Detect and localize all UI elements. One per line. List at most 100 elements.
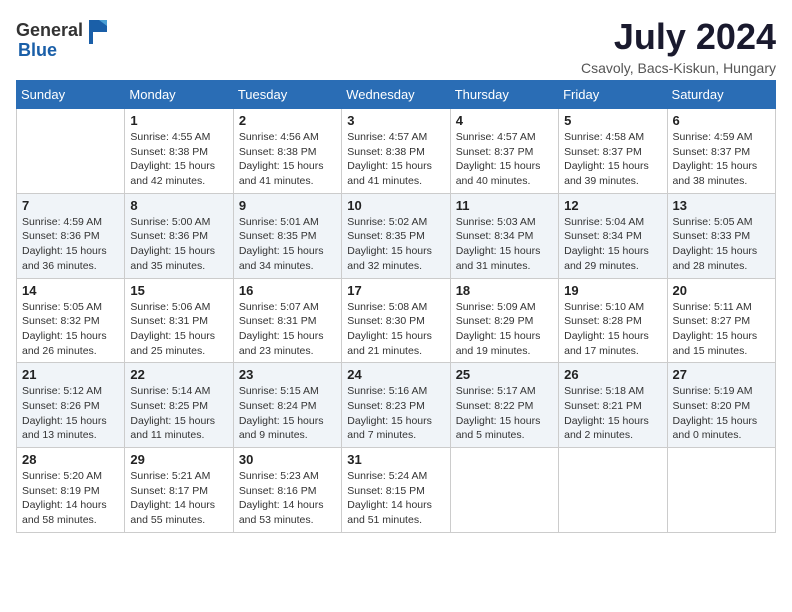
calendar-cell: 13 Sunrise: 5:05 AM Sunset: 8:33 PM Dayli… — [667, 193, 775, 278]
day-number: 7 — [22, 198, 119, 213]
day-info: Sunrise: 5:05 AM Sunset: 8:33 PM Dayligh… — [673, 215, 770, 274]
weekday-header-thursday: Thursday — [450, 81, 558, 109]
calendar-cell: 26 Sunrise: 5:18 AM Sunset: 8:21 PM Dayli… — [559, 363, 667, 448]
calendar-cell: 30Sunrise: 5:23 AM Sunset: 8:16 PM Dayli… — [233, 448, 341, 533]
calendar-cell: 17 Sunrise: 5:08 AM Sunset: 8:30 PM Dayli… — [342, 278, 450, 363]
day-info: Sunrise: 5:09 AM Sunset: 8:29 PM Dayligh… — [456, 300, 553, 359]
day-number: 25 — [456, 367, 553, 382]
day-number: 20 — [673, 283, 770, 298]
day-number: 27 — [673, 367, 770, 382]
logo-blue: Blue — [18, 40, 57, 61]
calendar-cell: 18 Sunrise: 5:09 AM Sunset: 8:29 PM Dayli… — [450, 278, 558, 363]
day-info: Sunrise: 5:08 AM Sunset: 8:30 PM Dayligh… — [347, 300, 444, 359]
calendar-cell: 23 Sunrise: 5:15 AM Sunset: 8:24 PM Dayli… — [233, 363, 341, 448]
calendar-cell — [17, 109, 125, 194]
calendar-cell: 20Sunrise: 5:11 AM Sunset: 8:27 PM Dayli… — [667, 278, 775, 363]
day-number: 28 — [22, 452, 119, 467]
calendar-cell — [450, 448, 558, 533]
day-info: Sunrise: 5:03 AM Sunset: 8:34 PM Dayligh… — [456, 215, 553, 274]
day-info: Sunrise: 5:19 AM Sunset: 8:20 PM Dayligh… — [673, 384, 770, 443]
day-number: 19 — [564, 283, 661, 298]
day-number: 13 — [673, 198, 770, 213]
calendar-cell: 21Sunrise: 5:12 AM Sunset: 8:26 PM Dayli… — [17, 363, 125, 448]
day-info: Sunrise: 5:04 AM Sunset: 8:34 PM Dayligh… — [564, 215, 661, 274]
day-number: 24 — [347, 367, 444, 382]
day-number: 2 — [239, 113, 336, 128]
weekday-header-saturday: Saturday — [667, 81, 775, 109]
day-info: Sunrise: 5:00 AM Sunset: 8:36 PM Dayligh… — [130, 215, 227, 274]
calendar-cell: 10 Sunrise: 5:02 AM Sunset: 8:35 PM Dayli… — [342, 193, 450, 278]
month-title: July 2024 — [581, 16, 776, 58]
day-number: 16 — [239, 283, 336, 298]
day-number: 30 — [239, 452, 336, 467]
day-number: 11 — [456, 198, 553, 213]
calendar-cell: 7 Sunrise: 4:59 AM Sunset: 8:36 PM Daylig… — [17, 193, 125, 278]
calendar-cell — [559, 448, 667, 533]
calendar-cell: 27 Sunrise: 5:19 AM Sunset: 8:20 PM Dayli… — [667, 363, 775, 448]
calendar-cell: 29 Sunrise: 5:21 AM Sunset: 8:17 PM Dayli… — [125, 448, 233, 533]
calendar-cell: 22Sunrise: 5:14 AM Sunset: 8:25 PM Dayli… — [125, 363, 233, 448]
weekday-header-row: SundayMondayTuesdayWednesdayThursdayFrid… — [17, 81, 776, 109]
day-info: Sunrise: 5:06 AM Sunset: 8:31 PM Dayligh… — [130, 300, 227, 359]
calendar-cell: 5 Sunrise: 4:58 AM Sunset: 8:37 PM Daylig… — [559, 109, 667, 194]
calendar-cell: 16 Sunrise: 5:07 AM Sunset: 8:31 PM Dayli… — [233, 278, 341, 363]
day-number: 1 — [130, 113, 227, 128]
day-number: 3 — [347, 113, 444, 128]
day-info: Sunrise: 5:10 AM Sunset: 8:28 PM Dayligh… — [564, 300, 661, 359]
weekday-header-sunday: Sunday — [17, 81, 125, 109]
day-number: 26 — [564, 367, 661, 382]
weekday-header-monday: Monday — [125, 81, 233, 109]
day-info: Sunrise: 4:57 AM Sunset: 8:38 PM Dayligh… — [347, 130, 444, 189]
day-number: 18 — [456, 283, 553, 298]
calendar-cell: 15Sunrise: 5:06 AM Sunset: 8:31 PM Dayli… — [125, 278, 233, 363]
day-info: Sunrise: 4:57 AM Sunset: 8:37 PM Dayligh… — [456, 130, 553, 189]
weekday-header-wednesday: Wednesday — [342, 81, 450, 109]
day-info: Sunrise: 5:17 AM Sunset: 8:22 PM Dayligh… — [456, 384, 553, 443]
calendar-cell: 28 Sunrise: 5:20 AM Sunset: 8:19 PM Dayli… — [17, 448, 125, 533]
page-header: General Blue July 2024 Csavoly, Bacs-Kis… — [16, 16, 776, 76]
calendar-cell: 24 Sunrise: 5:16 AM Sunset: 8:23 PM Dayli… — [342, 363, 450, 448]
day-info: Sunrise: 5:18 AM Sunset: 8:21 PM Dayligh… — [564, 384, 661, 443]
day-info: Sunrise: 5:21 AM Sunset: 8:17 PM Dayligh… — [130, 469, 227, 528]
day-info: Sunrise: 5:24 AM Sunset: 8:15 PM Dayligh… — [347, 469, 444, 528]
day-info: Sunrise: 4:55 AM Sunset: 8:38 PM Dayligh… — [130, 130, 227, 189]
day-info: Sunrise: 4:58 AM Sunset: 8:37 PM Dayligh… — [564, 130, 661, 189]
day-number: 8 — [130, 198, 227, 213]
calendar-cell: 4 Sunrise: 4:57 AM Sunset: 8:37 PM Daylig… — [450, 109, 558, 194]
day-info: Sunrise: 4:56 AM Sunset: 8:38 PM Dayligh… — [239, 130, 336, 189]
weekday-header-friday: Friday — [559, 81, 667, 109]
day-info: Sunrise: 5:12 AM Sunset: 8:26 PM Dayligh… — [22, 384, 119, 443]
day-info: Sunrise: 5:02 AM Sunset: 8:35 PM Dayligh… — [347, 215, 444, 274]
day-number: 10 — [347, 198, 444, 213]
day-info: Sunrise: 4:59 AM Sunset: 8:36 PM Dayligh… — [22, 215, 119, 274]
day-number: 22 — [130, 367, 227, 382]
location-subtitle: Csavoly, Bacs-Kiskun, Hungary — [581, 60, 776, 76]
calendar-week-row: 1 Sunrise: 4:55 AM Sunset: 8:38 PM Daylig… — [17, 109, 776, 194]
day-number: 14 — [22, 283, 119, 298]
calendar-cell: 11 Sunrise: 5:03 AM Sunset: 8:34 PM Dayli… — [450, 193, 558, 278]
day-number: 9 — [239, 198, 336, 213]
logo-flag-icon — [85, 16, 113, 44]
calendar-week-row: 28 Sunrise: 5:20 AM Sunset: 8:19 PM Dayli… — [17, 448, 776, 533]
day-number: 6 — [673, 113, 770, 128]
calendar-table: SundayMondayTuesdayWednesdayThursdayFrid… — [16, 80, 776, 533]
day-number: 12 — [564, 198, 661, 213]
day-number: 23 — [239, 367, 336, 382]
day-number: 5 — [564, 113, 661, 128]
day-number: 17 — [347, 283, 444, 298]
day-info: Sunrise: 5:16 AM Sunset: 8:23 PM Dayligh… — [347, 384, 444, 443]
day-info: Sunrise: 5:07 AM Sunset: 8:31 PM Dayligh… — [239, 300, 336, 359]
logo: General Blue — [16, 16, 113, 61]
day-info: Sunrise: 5:15 AM Sunset: 8:24 PM Dayligh… — [239, 384, 336, 443]
calendar-week-row: 14Sunrise: 5:05 AM Sunset: 8:32 PM Dayli… — [17, 278, 776, 363]
calendar-cell: 6 Sunrise: 4:59 AM Sunset: 8:37 PM Daylig… — [667, 109, 775, 194]
calendar-cell: 14Sunrise: 5:05 AM Sunset: 8:32 PM Dayli… — [17, 278, 125, 363]
day-info: Sunrise: 5:20 AM Sunset: 8:19 PM Dayligh… — [22, 469, 119, 528]
day-number: 29 — [130, 452, 227, 467]
day-info: Sunrise: 4:59 AM Sunset: 8:37 PM Dayligh… — [673, 130, 770, 189]
day-number: 31 — [347, 452, 444, 467]
day-number: 4 — [456, 113, 553, 128]
calendar-cell: 19 Sunrise: 5:10 AM Sunset: 8:28 PM Dayli… — [559, 278, 667, 363]
calendar-cell: 12 Sunrise: 5:04 AM Sunset: 8:34 PM Dayli… — [559, 193, 667, 278]
calendar-cell: 8 Sunrise: 5:00 AM Sunset: 8:36 PM Daylig… — [125, 193, 233, 278]
